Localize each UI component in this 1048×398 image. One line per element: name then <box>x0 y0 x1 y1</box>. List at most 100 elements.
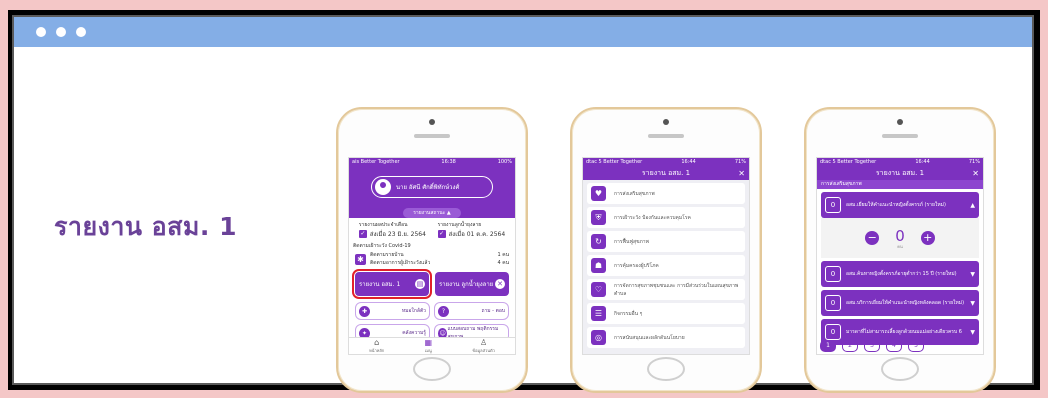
page-4[interactable]: 4 <box>886 340 902 352</box>
tab-home[interactable]: ⌂ หน้าหลัก <box>369 338 384 354</box>
report-status-monthly: รายงานผลประจำเดือน ✓ ส่งเมื่อ 23 มิ.ย. 25… <box>358 221 426 239</box>
chevron-up-icon: ▲ <box>970 201 975 209</box>
close-icon[interactable]: ✕ <box>972 169 979 178</box>
people-icon: ☗ <box>591 258 606 273</box>
chevron-down-icon: ▼ <box>970 299 975 307</box>
carrier-label: dtac 5 Better Together <box>586 159 643 165</box>
list-item-policy[interactable]: ◎ การสนับสนุนและผลักดันนโยบาย <box>587 327 745 348</box>
camera-icon <box>663 119 669 125</box>
list-item-label: การเฝ้าระวัง ป้องกันและควบคุมโรค <box>614 214 691 221</box>
report-category-list: ♥ การส่งเสริมสุขภาพ ⛨ การเฝ้าระวัง ป้องกัน… <box>583 180 749 354</box>
accordion-item-2[interactable]: 0 อสม.ค้นหาหญิงตั้งครรภ์อายุต่ำกว่า 15 ป… <box>821 261 979 287</box>
stepper-value[interactable]: 0 คน <box>895 227 905 250</box>
page-5[interactable]: 5 <box>908 340 924 352</box>
close-icon[interactable]: ✕ <box>738 169 745 178</box>
accordion-item-1[interactable]: 0 อสม.เยี่ยมให้คำแนะนำหญิงตั้งครรภ์ (ราย… <box>821 192 979 218</box>
report-buttons: รายงาน อสม. 1 ▤ รายงาน ลูกน้ำยุงลาย ✕ <box>349 268 515 300</box>
battery-label: 100% <box>497 159 512 165</box>
window-dot-2[interactable] <box>56 27 66 37</box>
screen-title: รายงาน อสม. 1 <box>641 169 691 177</box>
shield-icon: ⛨ <box>591 210 606 225</box>
covid-value-2: 4 คน <box>497 260 509 266</box>
screen-title: รายงาน อสม. 1 <box>875 169 925 177</box>
grid-item-qa[interactable]: ? ถาม - ตอบ <box>434 302 509 320</box>
page-pagination: 1 2 3 4 5 <box>820 340 924 352</box>
list-item-disease-control[interactable]: ⛨ การเฝ้าระวัง ป้องกันและควบคุมโรค <box>587 207 745 228</box>
profile-name: นาย อัศนี ศักดิ์พิทักษ์วงศ์ <box>396 184 460 191</box>
carrier-label: ais Better Together <box>352 159 400 165</box>
list-item-community-health[interactable]: ♡ การจัดการสุขภาพชุมชนและ การมีส่วนร่วมใน… <box>587 279 745 300</box>
tab-label: หน้าหลัก <box>369 348 385 353</box>
accordion-item-3[interactable]: 0 อสม.บริการเยี่ยมให้คำแนะนำหญิงหลังคลอด… <box>821 290 979 316</box>
phone-screen: dtac 5 Better Together 16:44 71% รายงาน … <box>582 157 750 355</box>
report-larvae-button-label: รายงาน ลูกน้ำยุงลาย <box>439 281 494 288</box>
window-titlebar <box>14 17 1032 47</box>
battery-label: 71% <box>734 159 746 165</box>
report-status-row: รายงานผลประจำเดือน ✓ ส่งเมื่อ 23 มิ.ย. 25… <box>349 218 515 239</box>
check-icon: ✓ <box>437 230 446 238</box>
status-menu-bar: รายงานสถานะ ▲ <box>349 207 515 218</box>
phone-screen: dtac 5 Better Together 16:44 71% รายงาน … <box>816 157 984 355</box>
report-larvae-button[interactable]: รายงาน ลูกน้ำยุงลาย ✕ <box>435 272 509 296</box>
chat-icon: ? <box>438 305 449 317</box>
tab-menu[interactable]: ▦ เมนู <box>425 338 433 354</box>
section-title: การส่งเสริมสุขภาพ <box>817 180 983 189</box>
browser-window: รายงาน อสม. 1 ais Better Together 16:38 … <box>12 15 1034 393</box>
status-bar: ais Better Together 16:38 100% <box>349 158 515 167</box>
accordion-label: อสม.บริการเยี่ยมให้คำแนะนำหญิงหลังคลอด (… <box>846 300 965 306</box>
chevron-down-icon: ▼ <box>970 270 975 278</box>
report-larvae-label: รายงานลูกน้ำยุงลาย <box>437 222 482 228</box>
accordion-label: อสม.ค้นหาหญิงตั้งครรภ์อายุต่ำกว่า 15 ปี … <box>846 271 957 277</box>
count-badge: 0 <box>825 295 841 311</box>
report-osm1-label: รายงาน อสม. 1 <box>359 281 401 288</box>
tab-profile[interactable]: ♙ ข้อมูลส่วนตัว <box>472 338 495 354</box>
grid-item-label: หมอใกล้ตัว <box>401 308 426 314</box>
phone-screen: ais Better Together 16:38 100% นาย อัศนี… <box>348 157 516 355</box>
list-item-rehab[interactable]: ↻ การฟื้นฟูสุขภาพ <box>587 231 745 252</box>
decrement-button[interactable]: − <box>865 231 880 245</box>
list-item-health-promotion[interactable]: ♥ การส่งเสริมสุขภาพ <box>587 183 745 204</box>
report-larvae-date: ส่งเมื่อ 01 ต.ค. 2564 <box>448 231 506 238</box>
page-3[interactable]: 3 <box>864 340 880 352</box>
page-2[interactable]: 2 <box>842 340 858 352</box>
list-item-consumer-protection[interactable]: ☗ การคุ้มครองผู้บริโภค <box>587 255 745 276</box>
covid-summary[interactable]: ✱ ติดตามรายบ้าน ติดตามอาการผู้เฝ้าระวังแ… <box>349 250 515 268</box>
status-menu-toggle[interactable]: รายงานสถานะ ▲ <box>403 207 461 218</box>
covid-line-2: ติดตามอาการผู้เฝ้าระวังแล้ว <box>370 260 431 266</box>
refresh-icon: ↻ <box>591 234 606 249</box>
person-icon: ♙ <box>480 338 488 347</box>
list-item-label: การสนับสนุนและผลักดันนโยบาย <box>614 334 685 341</box>
report-osm1-button[interactable]: รายงาน อสม. 1 ▤ <box>352 269 432 299</box>
doctor-icon: ✚ <box>359 305 370 317</box>
check-icon: ✓ <box>358 230 367 238</box>
page-1[interactable]: 1 <box>820 340 836 352</box>
increment-button[interactable]: + <box>920 231 935 245</box>
home-icon: ⌂ <box>374 338 380 347</box>
tab-label: เมนู <box>424 348 432 353</box>
count-badge: 0 <box>825 266 841 282</box>
list-icon: ☰ <box>591 306 606 321</box>
count-badge: 0 <box>825 197 841 213</box>
phone-mockup-report-form: dtac 5 Better Together 16:44 71% รายงาน … <box>804 107 996 393</box>
grid-icon: ▦ <box>424 338 433 347</box>
tab-label: ข้อมูลส่วนตัว <box>472 348 495 353</box>
grid-item-label: คลังความรู้ <box>402 330 426 336</box>
covid-value-1: 1 คน <box>497 252 509 258</box>
phone-mockup-home: ais Better Together 16:38 100% นาย อัศนี… <box>336 107 528 393</box>
stepper-number: 0 <box>895 226 905 245</box>
grid-item-doctor[interactable]: ✚ หมอใกล้ตัว <box>355 302 430 320</box>
home-button[interactable] <box>881 357 919 381</box>
heartbeat-icon: ♡ <box>591 282 606 297</box>
camera-icon <box>429 119 435 125</box>
home-button[interactable] <box>413 357 451 381</box>
status-bar: dtac 5 Better Together 16:44 71% <box>583 158 749 167</box>
screen-header: รายงาน อสม. 1 ✕ <box>817 167 983 180</box>
list-item-other[interactable]: ☰ กิจกรรมอื่น ๆ <box>587 303 745 324</box>
chevron-down-icon: ▼ <box>970 328 975 336</box>
window-dot-3[interactable] <box>76 27 86 37</box>
carrier-label: dtac 5 Better Together <box>820 159 877 165</box>
target-icon: ◎ <box>591 330 606 345</box>
window-dot-1[interactable] <box>36 27 46 37</box>
home-button[interactable] <box>647 357 685 381</box>
profile-card[interactable]: นาย อัศนี ศักดิ์พิทักษ์วงศ์ <box>371 176 493 198</box>
